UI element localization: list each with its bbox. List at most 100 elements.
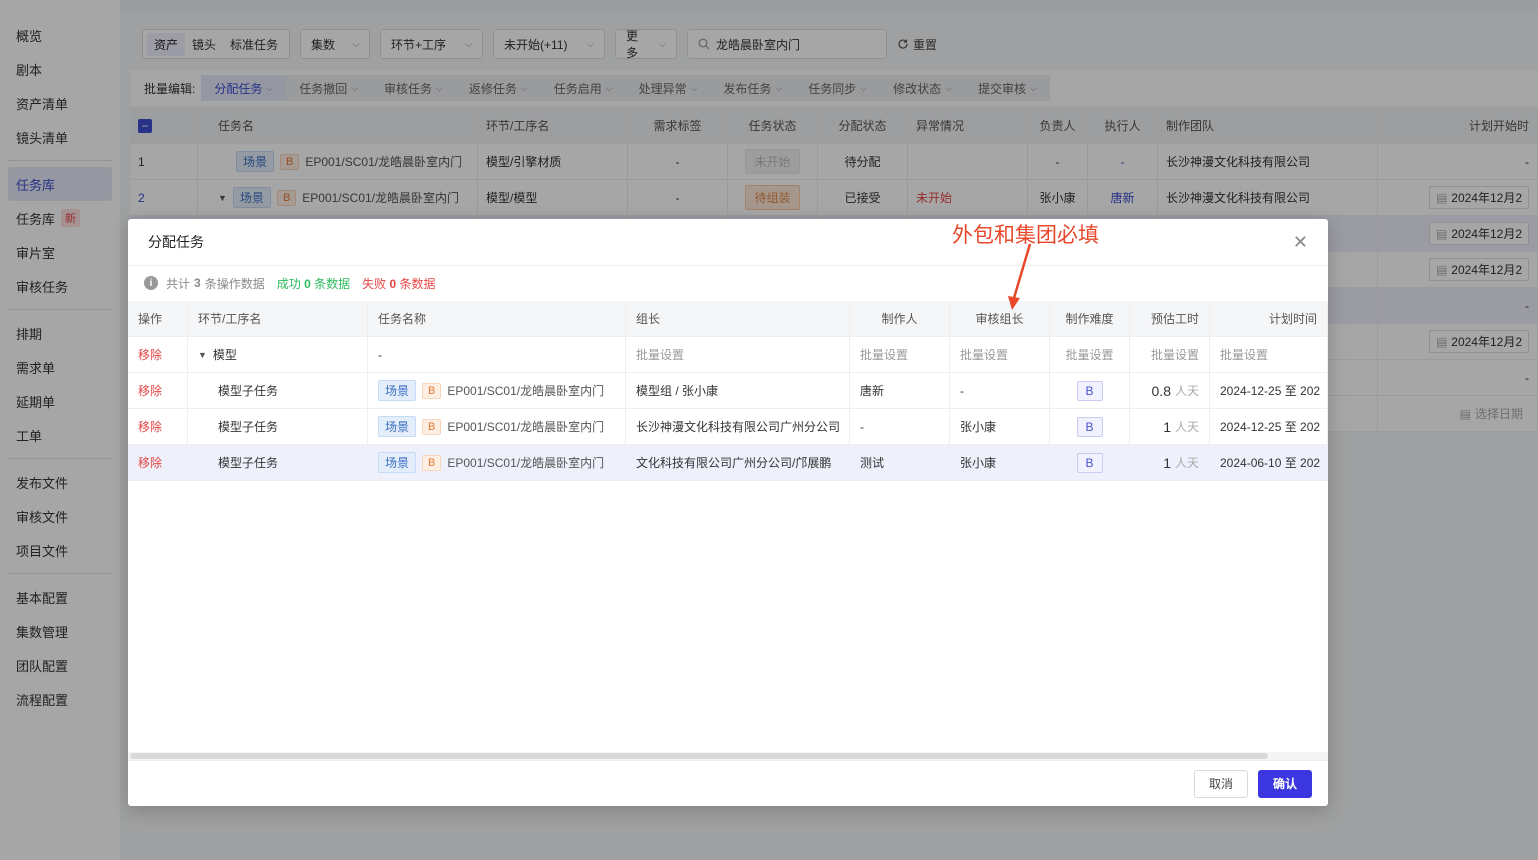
maker-select[interactable]: - bbox=[850, 409, 950, 444]
scrollbar-thumb[interactable] bbox=[130, 753, 1268, 759]
stat-total-count: 3 bbox=[194, 276, 201, 290]
header-maker: 制作人 bbox=[850, 301, 950, 336]
app-root: 概览 剧本 资产清单 镜头清单 任务库 任务库新审片室 审核任务 排期 需求单 延期单 工单 发布文件… bbox=[0, 0, 1538, 860]
stat-success: 成功 0 条数据 bbox=[277, 275, 350, 292]
remove-link[interactable]: 移除 bbox=[128, 373, 188, 408]
stat-success-suffix: 条数据 bbox=[314, 276, 351, 291]
batch-set-hours[interactable]: 批量设置 bbox=[1130, 337, 1210, 372]
stat-total: i 共计 3 条操作数据 bbox=[144, 275, 265, 292]
batch-set-label: 批量设置 bbox=[1150, 348, 1199, 362]
task-name-cell: 场景 B EP001/SC01/龙皓晨卧室内门 bbox=[368, 445, 626, 480]
scene-tag: 场景 bbox=[378, 380, 417, 401]
hours-input[interactable]: 1 bbox=[1163, 419, 1171, 435]
step-cell: 模型子任务 bbox=[188, 373, 368, 408]
difficulty-cell: B bbox=[1050, 409, 1130, 444]
task-name: EP001/SC01/龙皓晨卧室内门 bbox=[447, 384, 605, 398]
hours-unit: 人天 bbox=[1174, 384, 1199, 398]
batch-set-difficulty[interactable]: 批量设置 bbox=[1050, 337, 1130, 372]
header-leader: 组长 bbox=[626, 301, 850, 336]
info-icon: i bbox=[144, 276, 158, 290]
operation-stats: i 共计 3 条操作数据 成功 0 条数据 失败 0 条数据 bbox=[128, 266, 1328, 300]
assign-table-header: 操作 环节/工序名 任务名称 组长 制作人 审核组长 制作难度 预估工时 计划时… bbox=[128, 301, 1328, 337]
remove-label: 移除 bbox=[138, 348, 163, 362]
scene-tag: 场景 bbox=[378, 452, 417, 473]
remove-label: 移除 bbox=[138, 420, 163, 434]
stat-total-suffix: 条操作数据 bbox=[204, 276, 265, 291]
difficulty-cell: B bbox=[1050, 445, 1130, 480]
leader-select[interactable]: 长沙神漫文化科技有限公司广州分公司 bbox=[626, 409, 850, 444]
modal-title: 分配任务 bbox=[148, 234, 204, 250]
group-task: - bbox=[368, 337, 626, 372]
batch-set-label: 批量设置 bbox=[860, 348, 909, 362]
batch-set-label: 批量设置 bbox=[636, 348, 685, 362]
hours-cell: 1 人天 bbox=[1130, 409, 1210, 444]
reviewer-select[interactable]: 张小康 bbox=[950, 409, 1050, 444]
batch-set-leader[interactable]: 批量设置 bbox=[626, 337, 850, 372]
stat-total-prefix: 共计 bbox=[166, 276, 191, 291]
group-toggle[interactable]: ▼ 模型 bbox=[188, 337, 368, 372]
header-step: 环节/工序名 bbox=[188, 301, 368, 336]
step-cell: 模型子任务 bbox=[188, 445, 368, 480]
difficulty-select[interactable]: B bbox=[1076, 416, 1103, 437]
difficulty-select[interactable]: B bbox=[1076, 380, 1103, 401]
annotation-arrow-icon bbox=[1008, 243, 1032, 310]
maker-select[interactable]: 唐新 bbox=[850, 373, 950, 408]
batch-set-label: 批量设置 bbox=[960, 348, 1009, 362]
task-name: EP001/SC01/龙皓晨卧室内门 bbox=[447, 456, 605, 470]
group-row: 移除 ▼ 模型 - 批量设置 批量设置 批量设置 批量设置 批量设置 批量设置 bbox=[128, 337, 1328, 373]
task-name: EP001/SC01/龙皓晨卧室内门 bbox=[447, 420, 605, 434]
cancel-button[interactable]: 取消 bbox=[1193, 769, 1248, 798]
horizontal-scrollbar[interactable] bbox=[128, 752, 1328, 760]
header-action: 操作 bbox=[128, 301, 188, 336]
remove-link[interactable]: 移除 bbox=[128, 337, 188, 372]
header-task-name: 任务名称 bbox=[368, 301, 626, 336]
plan-time-picker[interactable]: 2024-06-10 至 202 bbox=[1210, 445, 1328, 480]
confirm-button[interactable]: 确认 bbox=[1257, 769, 1312, 798]
difficulty-tag: B bbox=[422, 382, 442, 399]
scene-tag: 场景 bbox=[378, 416, 417, 437]
task-name-cell: 场景 B EP001/SC01/龙皓晨卧室内门 bbox=[368, 409, 626, 444]
assign-table: 操作 环节/工序名 任务名称 组长 制作人 审核组长 制作难度 预估工时 计划时… bbox=[128, 301, 1328, 481]
batch-set-label: 批量设置 bbox=[1220, 348, 1269, 362]
difficulty-tag: B bbox=[422, 418, 442, 435]
difficulty-tag: B bbox=[422, 454, 442, 471]
stat-fail-prefix: 失败 bbox=[362, 276, 387, 291]
hours-input[interactable]: 1 bbox=[1163, 455, 1171, 471]
batch-set-plan[interactable]: 批量设置 bbox=[1210, 337, 1328, 372]
close-icon[interactable]: ✕ bbox=[1293, 232, 1308, 253]
reviewer-select[interactable]: - bbox=[950, 373, 1050, 408]
plan-time-picker[interactable]: 2024-12-25 至 202 bbox=[1210, 373, 1328, 408]
hours-input[interactable]: 0.8 bbox=[1152, 383, 1171, 399]
leader-select[interactable]: 模型组 / 张小康 bbox=[626, 373, 850, 408]
task-name-cell: 场景 B EP001/SC01/龙皓晨卧室内门 bbox=[368, 373, 626, 408]
reviewer-select[interactable]: 张小康 bbox=[950, 445, 1050, 480]
difficulty-select[interactable]: B bbox=[1076, 452, 1103, 473]
header-plan-time: 计划时间 bbox=[1210, 301, 1328, 336]
batch-set-label: 批量设置 bbox=[1065, 348, 1114, 362]
remove-link[interactable]: 移除 bbox=[128, 409, 188, 444]
stat-success-count: 0 bbox=[304, 276, 311, 291]
header-hours: 预估工时 bbox=[1130, 301, 1210, 336]
hours-cell: 1 人天 bbox=[1130, 445, 1210, 480]
remove-link[interactable]: 移除 bbox=[128, 445, 188, 480]
assign-rows: 移除 模型子任务 场景 B EP001/SC01/龙皓晨卧室内门 模型组 / 张小康 唐新 -… bbox=[128, 373, 1328, 481]
modal-header: 分配任务 ✕ bbox=[128, 219, 1328, 266]
maker-select[interactable]: 测试 bbox=[850, 445, 950, 480]
assign-task-modal: 分配任务 ✕ i 共计 3 条操作数据 成功 0 条数据 失败 0 条数据 操作… bbox=[128, 219, 1328, 806]
remove-label: 移除 bbox=[138, 456, 163, 470]
remove-label: 移除 bbox=[138, 384, 163, 398]
leader-select[interactable]: 文化科技有限公司广州分公司/邝展鹏 bbox=[626, 445, 850, 480]
hours-unit: 人天 bbox=[1174, 456, 1199, 470]
stat-fail: 失败 0 条数据 bbox=[362, 275, 435, 292]
stat-fail-suffix: 条数据 bbox=[399, 276, 436, 291]
difficulty-cell: B bbox=[1050, 373, 1130, 408]
group-step: 模型 bbox=[212, 348, 237, 362]
hours-cell: 0.8 人天 bbox=[1130, 373, 1210, 408]
caret-down-icon: ▼ bbox=[198, 349, 207, 360]
plan-time-picker[interactable]: 2024-12-25 至 202 bbox=[1210, 409, 1328, 444]
assign-row: 移除 模型子任务 场景 B EP001/SC01/龙皓晨卧室内门 模型组 / 张小康 唐新 -… bbox=[128, 373, 1328, 409]
batch-set-reviewer[interactable]: 批量设置 bbox=[950, 337, 1050, 372]
hours-unit: 人天 bbox=[1174, 420, 1199, 434]
batch-set-maker[interactable]: 批量设置 bbox=[850, 337, 950, 372]
stat-success-prefix: 成功 bbox=[276, 276, 301, 291]
